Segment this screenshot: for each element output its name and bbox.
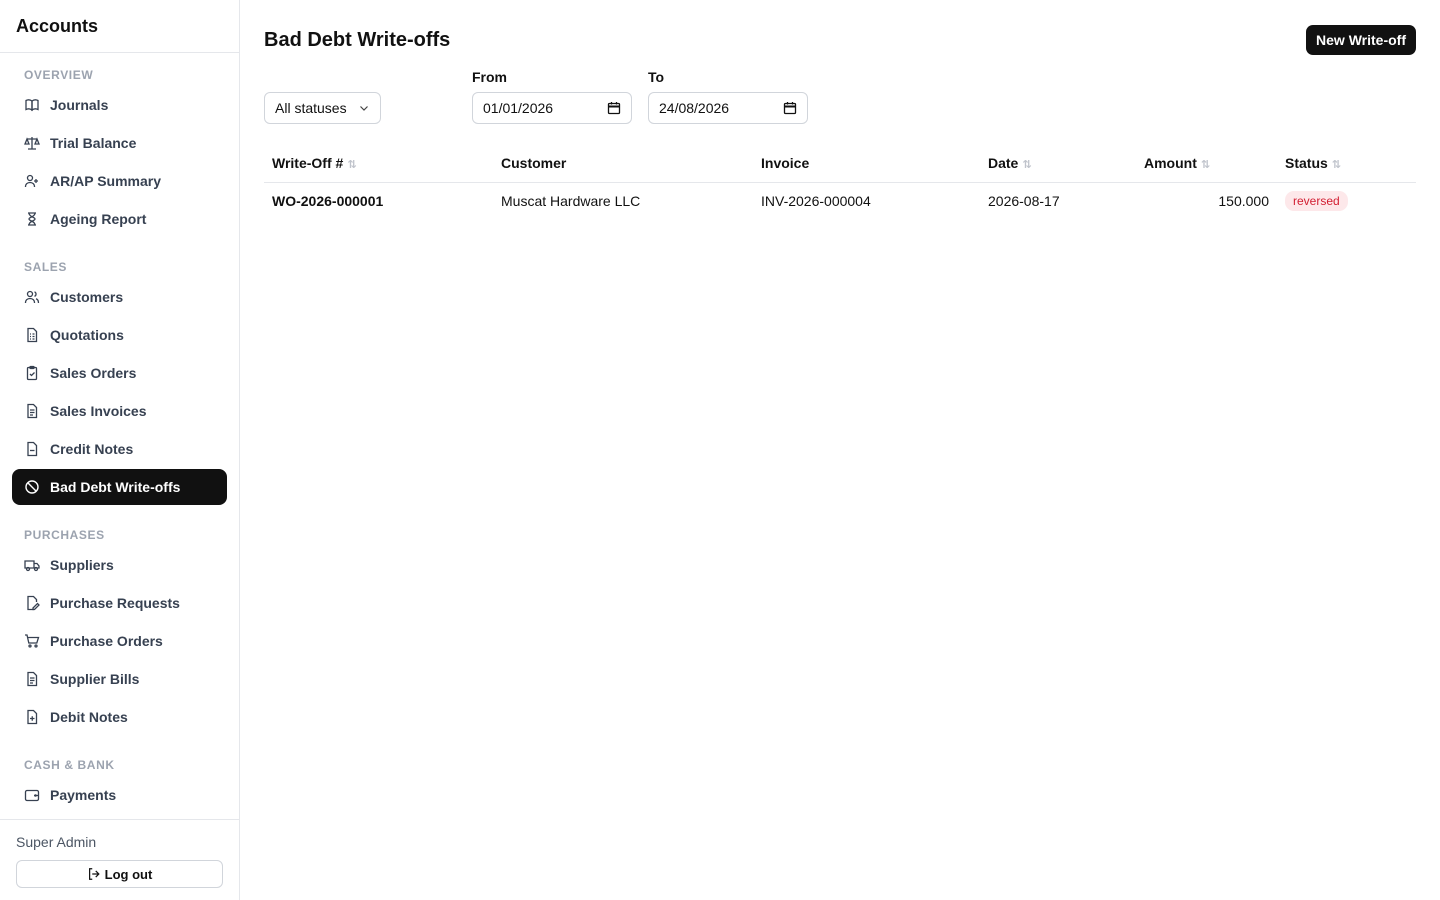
sidebar-item-journals[interactable]: Journals — [12, 87, 227, 123]
from-date-label: From — [472, 69, 507, 85]
sidebar-item-label: Purchase Requests — [50, 595, 180, 611]
sidebar-item-label: Bad Debt Write-offs — [50, 479, 181, 495]
calendar-icon[interactable] — [607, 101, 621, 115]
sidebar-item-ar-ap-summary[interactable]: AR/AP Summary — [12, 163, 227, 199]
sidebar-item-credit-notes[interactable]: Credit Notes — [12, 431, 227, 467]
hourglass-icon — [24, 211, 40, 227]
sidebar-item-label: Debit Notes — [50, 709, 128, 725]
document-plus-icon — [24, 709, 40, 725]
section-label-cash-bank: CASH & BANK — [24, 758, 115, 772]
document-edit-icon — [24, 595, 40, 611]
page-title: Bad Debt Write-offs — [264, 28, 451, 51]
sidebar-footer: Super Admin Log out — [0, 819, 239, 900]
logout-label: Log out — [104, 866, 153, 882]
from-date-value: 01/01/2026 — [483, 100, 554, 116]
new-write-off-button[interactable]: New Write-off — [1306, 25, 1416, 55]
sidebar-item-label: Sales Orders — [50, 365, 137, 381]
truck-icon — [24, 557, 40, 573]
amount-cell: 150.000 — [1218, 193, 1269, 210]
sidebar-item-ageing-report[interactable]: Ageing Report — [12, 201, 227, 237]
sidebar-item-label: Credit Notes — [50, 441, 134, 457]
sidebar-item-label: Sales Invoices — [50, 403, 147, 419]
document-minus-icon — [24, 441, 40, 457]
sidebar-item-label: Trial Balance — [50, 135, 137, 151]
status-filter-value: All statuses — [275, 100, 347, 116]
sidebar-item-label: AR/AP Summary — [50, 173, 162, 189]
sidebar-item-quotations[interactable]: Quotations — [12, 317, 227, 353]
sort-icon[interactable]: ⇅ — [1022, 158, 1031, 171]
from-date-input[interactable]: 01/01/2026 — [472, 92, 632, 124]
write-off-number-cell[interactable]: WO-2026-000001 — [264, 182, 493, 220]
column-header-customer: Customer — [493, 144, 753, 183]
sort-icon[interactable]: ⇅ — [347, 158, 356, 171]
sidebar-item-label: Purchase Orders — [50, 633, 163, 649]
user-name: Super Admin — [16, 834, 97, 850]
sort-icon[interactable]: ⇅ — [1201, 158, 1210, 171]
section-label-sales: SALES — [24, 260, 68, 274]
calendar-icon[interactable] — [783, 101, 797, 115]
logout-button[interactable]: Log out — [16, 860, 223, 888]
column-header-date[interactable]: Date ⇅ — [980, 144, 1136, 183]
sidebar-item-label: Journals — [50, 97, 109, 113]
table-row[interactable]: WO-2026-000001 Muscat Hardware LLC INV-2… — [264, 182, 1416, 220]
logout-icon — [87, 867, 101, 881]
sidebar-item-debit-notes[interactable]: Debit Notes — [12, 699, 227, 735]
sidebar-item-label: Quotations — [50, 327, 124, 343]
table-header-row: Write-Off # ⇅ Customer Invoice Date ⇅ Amou… — [264, 144, 1416, 183]
sidebar-item-label: Payments — [50, 787, 117, 803]
to-date-group: To 24/08/2026 — [648, 69, 808, 124]
filters: All statuses From 01/01/2026 To 24/08/20… — [264, 69, 1416, 124]
sidebar-item-payments[interactable]: Payments — [12, 777, 227, 813]
from-date-group: From 01/01/2026 — [472, 69, 632, 124]
to-date-input[interactable]: 24/08/2026 — [648, 92, 808, 124]
sort-icon[interactable]: ⇅ — [1332, 158, 1341, 171]
column-header-amount[interactable]: Amount ⇅ — [1136, 144, 1277, 183]
customer-cell: Muscat Hardware LLC — [501, 193, 641, 210]
sidebar-item-sales-orders[interactable]: Sales Orders — [12, 355, 227, 391]
sidebar-nav: OVERVIEW Journals Trial Balance AR/AP Su… — [0, 53, 239, 819]
document-list-icon — [24, 327, 40, 343]
sidebar-item-purchase-requests[interactable]: Purchase Requests — [12, 585, 227, 621]
main-content: Bad Debt Write-offs New Write-off All st… — [240, 0, 1440, 900]
sidebar-item-label: Suppliers — [50, 557, 114, 573]
status-cell: reversed — [1277, 182, 1416, 220]
invoice-cell: INV-2026-000004 — [761, 193, 871, 210]
sidebar-item-customers[interactable]: Customers — [12, 279, 227, 315]
sidebar-item-suppliers[interactable]: Suppliers — [12, 547, 227, 583]
column-header-status[interactable]: Status ⇅ — [1277, 144, 1416, 183]
sidebar-item-label: Customers — [50, 289, 124, 305]
book-icon — [24, 97, 40, 113]
sidebar-item-label: Supplier Bills — [50, 671, 140, 687]
clipboard-check-icon — [24, 365, 40, 381]
section-label-purchases: PURCHASES — [24, 528, 105, 542]
column-header-write-off-number[interactable]: Write-Off # ⇅ — [264, 144, 493, 183]
column-header-invoice: Invoice — [753, 144, 980, 183]
sidebar: Accounts OVERVIEW Journals Trial Balance… — [0, 0, 240, 900]
scale-icon — [24, 135, 40, 151]
sidebar-item-supplier-bills[interactable]: Supplier Bills — [12, 661, 227, 697]
app-title: Accounts — [0, 0, 239, 53]
sidebar-item-trial-balance[interactable]: Trial Balance — [12, 125, 227, 161]
user-icon — [24, 173, 40, 189]
users-icon — [24, 289, 40, 305]
wallet-icon — [24, 787, 40, 803]
chevron-down-icon — [358, 102, 370, 114]
sidebar-item-bad-debt-write-offs[interactable]: Bad Debt Write-offs — [12, 469, 227, 505]
to-date-value: 24/08/2026 — [659, 100, 730, 116]
cart-icon — [24, 633, 40, 649]
sidebar-item-sales-invoices[interactable]: Sales Invoices — [12, 393, 227, 429]
write-offs-table: Write-Off # ⇅ Customer Invoice Date ⇅ Amou… — [264, 144, 1416, 220]
document-text-icon — [24, 671, 40, 687]
sidebar-item-label: Ageing Report — [50, 211, 147, 227]
ban-icon — [24, 479, 40, 495]
document-text-icon — [24, 403, 40, 419]
status-badge: reversed — [1285, 191, 1348, 212]
section-label-overview: OVERVIEW — [24, 68, 94, 82]
status-filter-select[interactable]: All statuses — [264, 92, 381, 124]
date-cell: 2026-08-17 — [988, 193, 1060, 210]
to-date-label: To — [648, 69, 665, 85]
sidebar-item-purchase-orders[interactable]: Purchase Orders — [12, 623, 227, 659]
